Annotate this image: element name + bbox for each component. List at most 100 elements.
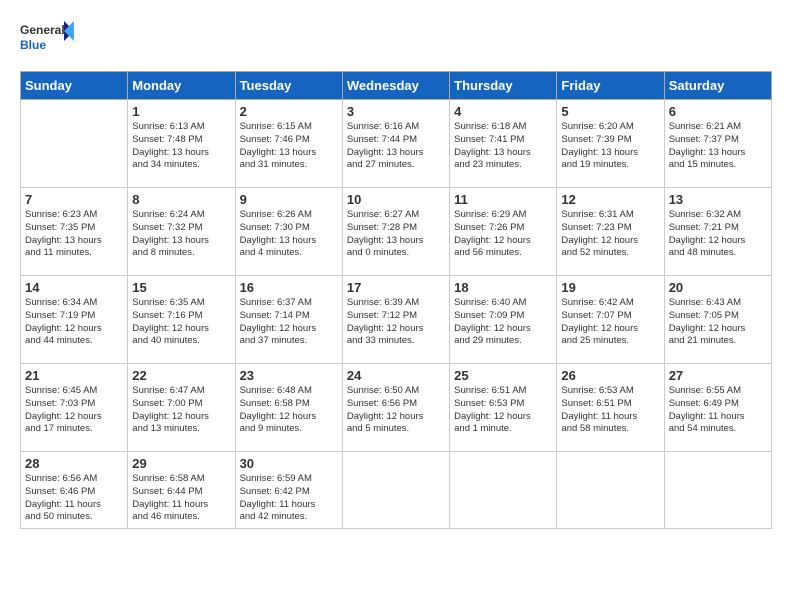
day-number: 14 xyxy=(25,280,123,295)
day-number: 25 xyxy=(454,368,552,383)
day-number: 7 xyxy=(25,192,123,207)
calendar-cell: 25 Sunrise: 6:51 AM Sunset: 6:53 PM Dayli… xyxy=(450,364,557,452)
day-number: 5 xyxy=(561,104,659,119)
calendar-week-row: 7 Sunrise: 6:23 AM Sunset: 7:35 PM Daylig… xyxy=(21,188,772,276)
header: General Blue xyxy=(20,16,772,61)
day-number: 2 xyxy=(240,104,338,119)
calendar-cell: 28 Sunrise: 6:56 AM Sunset: 6:46 PM Dayli… xyxy=(21,452,128,529)
cell-content: Sunrise: 6:47 AM Sunset: 7:00 PM Dayligh… xyxy=(132,385,230,436)
calendar-cell: 5 Sunrise: 6:20 AM Sunset: 7:39 PM Daylig… xyxy=(557,100,664,188)
calendar-week-row: 14Sunrise: 6:34 AM Sunset: 7:19 PM Dayli… xyxy=(21,276,772,364)
day-number: 26 xyxy=(561,368,659,383)
calendar-cell: 16 Sunrise: 6:37 AM Sunset: 7:14 PM Dayli… xyxy=(235,276,342,364)
calendar-cell: 27Sunrise: 6:55 AM Sunset: 6:49 PM Dayli… xyxy=(664,364,771,452)
day-number: 1 xyxy=(132,104,230,119)
day-header-tuesday: Tuesday xyxy=(235,72,342,100)
day-number: 18 xyxy=(454,280,552,295)
cell-content: Sunrise: 6:40 AM Sunset: 7:09 PM Dayligh… xyxy=(454,297,552,348)
day-header-sunday: Sunday xyxy=(21,72,128,100)
cell-content: Sunrise: 6:48 AM Sunset: 6:58 PM Dayligh… xyxy=(240,385,338,436)
cell-content: Sunrise: 6:16 AM Sunset: 7:44 PM Dayligh… xyxy=(347,121,445,172)
cell-content: Sunrise: 6:23 AM Sunset: 7:35 PM Dayligh… xyxy=(25,209,123,260)
cell-content: Sunrise: 6:50 AM Sunset: 6:56 PM Dayligh… xyxy=(347,385,445,436)
calendar-cell: 8 Sunrise: 6:24 AM Sunset: 7:32 PM Daylig… xyxy=(128,188,235,276)
calendar-cell: 10 Sunrise: 6:27 AM Sunset: 7:28 PM Dayli… xyxy=(342,188,449,276)
calendar-cell: 22 Sunrise: 6:47 AM Sunset: 7:00 PM Dayli… xyxy=(128,364,235,452)
cell-content: Sunrise: 6:24 AM Sunset: 7:32 PM Dayligh… xyxy=(132,209,230,260)
calendar-week-row: 21Sunrise: 6:45 AM Sunset: 7:03 PM Dayli… xyxy=(21,364,772,452)
day-number: 12 xyxy=(561,192,659,207)
calendar-cell xyxy=(450,452,557,529)
day-number: 17 xyxy=(347,280,445,295)
calendar-cell xyxy=(21,100,128,188)
calendar-cell: 6Sunrise: 6:21 AM Sunset: 7:37 PM Daylig… xyxy=(664,100,771,188)
day-number: 23 xyxy=(240,368,338,383)
day-number: 22 xyxy=(132,368,230,383)
cell-content: Sunrise: 6:18 AM Sunset: 7:41 PM Dayligh… xyxy=(454,121,552,172)
calendar-cell xyxy=(342,452,449,529)
cell-content: Sunrise: 6:32 AM Sunset: 7:21 PM Dayligh… xyxy=(669,209,767,260)
calendar-cell: 20 Sunrise: 6:43 AM Sunset: 7:05 PM Dayli… xyxy=(664,276,771,364)
calendar-cell: 29Sunrise: 6:58 AM Sunset: 6:44 PM Dayli… xyxy=(128,452,235,529)
logo-svg: General Blue xyxy=(20,16,75,61)
calendar-cell: 11Sunrise: 6:29 AM Sunset: 7:26 PM Dayli… xyxy=(450,188,557,276)
cell-content: Sunrise: 6:15 AM Sunset: 7:46 PM Dayligh… xyxy=(240,121,338,172)
day-number: 8 xyxy=(132,192,230,207)
cell-content: Sunrise: 6:43 AM Sunset: 7:05 PM Dayligh… xyxy=(669,297,767,348)
calendar-cell: 2 Sunrise: 6:15 AM Sunset: 7:46 PM Daylig… xyxy=(235,100,342,188)
calendar-cell: 15 Sunrise: 6:35 AM Sunset: 7:16 PM Dayli… xyxy=(128,276,235,364)
day-number: 21 xyxy=(25,368,123,383)
cell-content: Sunrise: 6:13 AM Sunset: 7:48 PM Dayligh… xyxy=(132,121,230,172)
day-number: 13 xyxy=(669,192,767,207)
svg-text:General: General xyxy=(20,23,65,37)
calendar-cell: 18 Sunrise: 6:40 AM Sunset: 7:09 PM Dayli… xyxy=(450,276,557,364)
day-header-friday: Friday xyxy=(557,72,664,100)
calendar-cell: 21Sunrise: 6:45 AM Sunset: 7:03 PM Dayli… xyxy=(21,364,128,452)
day-number: 9 xyxy=(240,192,338,207)
calendar-cell xyxy=(664,452,771,529)
calendar-cell: 24 Sunrise: 6:50 AM Sunset: 6:56 PM Dayli… xyxy=(342,364,449,452)
day-number: 28 xyxy=(25,456,123,471)
day-header-monday: Monday xyxy=(128,72,235,100)
calendar-cell: 4 Sunrise: 6:18 AM Sunset: 7:41 PM Daylig… xyxy=(450,100,557,188)
calendar-cell: 26Sunrise: 6:53 AM Sunset: 6:51 PM Dayli… xyxy=(557,364,664,452)
logo: General Blue xyxy=(20,16,75,61)
day-number: 10 xyxy=(347,192,445,207)
day-number: 16 xyxy=(240,280,338,295)
calendar-header-row: SundayMondayTuesdayWednesdayThursdayFrid… xyxy=(21,72,772,100)
day-number: 20 xyxy=(669,280,767,295)
cell-content: Sunrise: 6:35 AM Sunset: 7:16 PM Dayligh… xyxy=(132,297,230,348)
day-number: 30 xyxy=(240,456,338,471)
cell-content: Sunrise: 6:37 AM Sunset: 7:14 PM Dayligh… xyxy=(240,297,338,348)
calendar-cell: 1 Sunrise: 6:13 AM Sunset: 7:48 PM Daylig… xyxy=(128,100,235,188)
day-header-wednesday: Wednesday xyxy=(342,72,449,100)
day-number: 29 xyxy=(132,456,230,471)
day-header-thursday: Thursday xyxy=(450,72,557,100)
calendar-cell: 3 Sunrise: 6:16 AM Sunset: 7:44 PM Daylig… xyxy=(342,100,449,188)
cell-content: Sunrise: 6:21 AM Sunset: 7:37 PM Dayligh… xyxy=(669,121,767,172)
calendar-cell: 7 Sunrise: 6:23 AM Sunset: 7:35 PM Daylig… xyxy=(21,188,128,276)
cell-content: Sunrise: 6:51 AM Sunset: 6:53 PM Dayligh… xyxy=(454,385,552,436)
day-number: 4 xyxy=(454,104,552,119)
day-number: 24 xyxy=(347,368,445,383)
calendar-week-row: 1 Sunrise: 6:13 AM Sunset: 7:48 PM Daylig… xyxy=(21,100,772,188)
cell-content: Sunrise: 6:56 AM Sunset: 6:46 PM Dayligh… xyxy=(25,473,123,524)
day-number: 19 xyxy=(561,280,659,295)
page-container: General Blue SundayMondayTuesdayWednesda… xyxy=(0,0,792,612)
calendar-cell: 17 Sunrise: 6:39 AM Sunset: 7:12 PM Dayli… xyxy=(342,276,449,364)
cell-content: Sunrise: 6:27 AM Sunset: 7:28 PM Dayligh… xyxy=(347,209,445,260)
calendar-cell: 23 Sunrise: 6:48 AM Sunset: 6:58 PM Dayli… xyxy=(235,364,342,452)
cell-content: Sunrise: 6:42 AM Sunset: 7:07 PM Dayligh… xyxy=(561,297,659,348)
calendar-week-row: 28 Sunrise: 6:56 AM Sunset: 6:46 PM Dayli… xyxy=(21,452,772,529)
calendar-table: SundayMondayTuesdayWednesdayThursdayFrid… xyxy=(20,71,772,529)
day-number: 27 xyxy=(669,368,767,383)
day-number: 15 xyxy=(132,280,230,295)
calendar-cell: 13 Sunrise: 6:32 AM Sunset: 7:21 PM Dayli… xyxy=(664,188,771,276)
cell-content: Sunrise: 6:20 AM Sunset: 7:39 PM Dayligh… xyxy=(561,121,659,172)
calendar-cell: 19 Sunrise: 6:42 AM Sunset: 7:07 PM Dayli… xyxy=(557,276,664,364)
day-header-saturday: Saturday xyxy=(664,72,771,100)
calendar-cell: 12Sunrise: 6:31 AM Sunset: 7:23 PM Dayli… xyxy=(557,188,664,276)
cell-content: Sunrise: 6:39 AM Sunset: 7:12 PM Dayligh… xyxy=(347,297,445,348)
day-number: 3 xyxy=(347,104,445,119)
calendar-cell: 14Sunrise: 6:34 AM Sunset: 7:19 PM Dayli… xyxy=(21,276,128,364)
